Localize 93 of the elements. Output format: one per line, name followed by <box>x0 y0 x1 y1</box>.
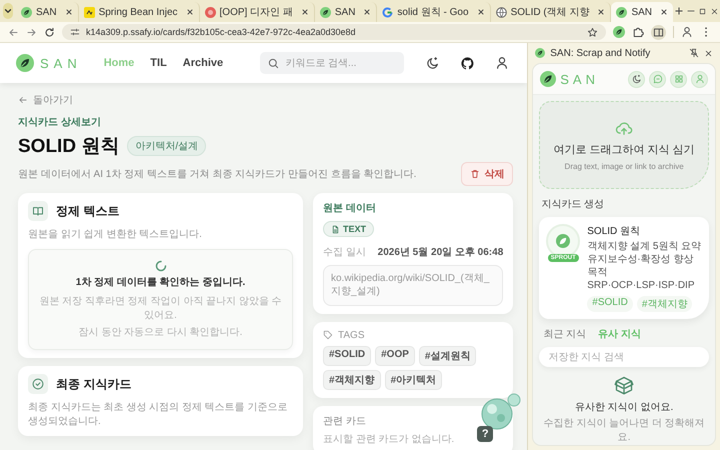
leaf-extension-icon <box>613 26 625 38</box>
g-favicon-icon <box>382 6 394 18</box>
spinner-icon <box>154 260 166 272</box>
search-icon <box>268 58 280 68</box>
logo-text: SAN <box>40 56 82 70</box>
type-chip: TEXT <box>323 221 374 237</box>
user-icon[interactable] <box>495 56 510 70</box>
tag-chip[interactable]: #아키텍처 <box>384 370 442 390</box>
close-icon[interactable] <box>476 8 485 16</box>
close-icon[interactable] <box>363 8 372 16</box>
close-icon[interactable] <box>64 8 73 16</box>
card-title: 최종 지식카드 <box>56 376 132 392</box>
new-tab-icon[interactable] <box>674 6 684 16</box>
page-eyebrow: 지식카드 상세보기 <box>18 116 102 129</box>
chevron-down-icon <box>3 6 13 16</box>
related-empty-text: 표시할 관련 카드가 없습니다. <box>323 432 454 446</box>
profile-icon[interactable] <box>681 26 693 38</box>
tag-icon <box>323 330 333 340</box>
circle-favicon-icon <box>204 6 216 18</box>
list-tab[interactable]: 최근 지식 <box>543 327 586 341</box>
back-icon[interactable] <box>8 26 19 38</box>
book-icon <box>32 205 44 217</box>
card-subtitle: 원본을 읽기 쉽게 변환한 텍스트입니다. <box>28 228 203 241</box>
forward-icon[interactable] <box>26 26 37 38</box>
chart-favicon-icon <box>84 6 95 18</box>
github-icon[interactable] <box>460 56 476 70</box>
bookmark-star-icon[interactable] <box>587 26 598 38</box>
user-icon <box>694 74 704 84</box>
loading-title: 1차 정제 데이터를 확인하는 중입니다. <box>76 276 246 289</box>
close-icon[interactable] <box>300 8 309 16</box>
leaf-logo-icon <box>540 71 556 87</box>
tag-chip[interactable]: #OOP <box>375 346 415 366</box>
theme-button[interactable] <box>628 70 645 88</box>
trash-icon <box>470 169 480 179</box>
page-title: SOLID 원칙 <box>18 135 120 159</box>
source-heading: 원본 데이터 <box>323 202 377 215</box>
side-panel-button[interactable] <box>651 24 666 40</box>
close-icon[interactable] <box>186 8 194 16</box>
help-badge[interactable]: ? <box>477 426 494 442</box>
close-icon[interactable] <box>704 48 713 58</box>
tag-chip[interactable]: #객체지향 <box>323 370 381 390</box>
card-subtitle: 최종 지식카드는 최초 생성 시점의 정제 텍스트를 기준으로 생성되었습니다. <box>28 401 288 428</box>
collected-label: 수집 일시 <box>323 246 366 258</box>
leaf-favicon-icon <box>320 6 331 18</box>
collected-date: 2026년 5월 20일 오후 06:48 <box>378 246 504 258</box>
loading-note: 잠시 동안 자동으로 다시 확인합니다. <box>78 326 242 339</box>
theme-toggle-icon[interactable] <box>426 56 440 70</box>
moon-icon <box>632 74 642 84</box>
address-bar[interactable]: k14a309.p.ssafy.io/cards/f32b105c-cea3-42e7-972c-4ea2a0d30e8d <box>62 24 606 40</box>
side-panel-title: SAN: Scrap and Notify <box>550 48 650 58</box>
logo-text: SAN <box>560 72 599 86</box>
puzzle-icon[interactable] <box>632 26 644 38</box>
close-icon[interactable] <box>710 6 719 16</box>
category-chip: 아키텍처/설계 <box>127 136 206 156</box>
drop-zone-title: 여기로 드래그하여 지식 심기 <box>554 143 695 157</box>
site-settings-icon[interactable] <box>70 27 80 37</box>
close-icon[interactable] <box>597 8 606 16</box>
empty-hint: 수집한 지식이 늘어나면 더 정확해져요. <box>542 417 706 444</box>
card-title: 정제 텍스트 <box>56 202 120 220</box>
drop-zone[interactable]: 여기로 드래그하여 지식 심기 Drag text, image or link to archive <box>539 101 709 189</box>
box-icon <box>614 375 634 395</box>
nav-link[interactable]: TIL <box>150 57 167 69</box>
loading-note: 원본 저장 직후라면 정제 작업이 아직 끝나지 않았을 수 있어요. <box>38 295 283 322</box>
tag-chip: #객체지향 <box>636 296 692 312</box>
reload-icon[interactable] <box>44 26 55 38</box>
nav-link[interactable]: Archive <box>182 57 224 69</box>
related-heading: 관련 카드 <box>323 414 367 428</box>
leaf-logo-icon <box>16 54 34 72</box>
maximize-icon[interactable] <box>698 6 707 16</box>
card-title: SOLID 원칙 <box>587 225 642 238</box>
drop-zone-hint: Drag text, image or link to archive <box>564 162 684 171</box>
unpin-icon[interactable] <box>689 48 699 58</box>
side-panel-icon <box>653 26 664 38</box>
file-icon <box>331 224 340 234</box>
close-icon[interactable] <box>660 8 668 16</box>
tag-chip: #SOLID <box>587 296 633 312</box>
tag-chip[interactable]: #SOLID <box>323 346 372 366</box>
tag-chip[interactable]: #설계원칙 <box>418 346 476 366</box>
leaf-favicon-icon <box>21 6 32 18</box>
empty-title: 유사한 지식이 없어요. <box>574 401 674 414</box>
chat-icon <box>652 74 662 84</box>
page-description: 원본 데이터에서 AI 1차 정제 텍스트를 거쳐 최종 지식카드가 만들어진 흐름을 확인합니다. <box>18 168 416 181</box>
section-heading: 지식카드 생성 <box>541 198 606 211</box>
tab-list-button[interactable] <box>3 3 13 19</box>
arrow-left-icon <box>18 95 28 105</box>
leaf-favicon-icon <box>616 6 628 18</box>
card-summary: 객체지향 설계 5원칙 요약 유지보수성·확장성 향상 목적 SRP·OCP·LSP·ISP·DIP <box>587 240 702 292</box>
browser-tab[interactable]: SAN <box>611 2 674 22</box>
tags-heading: TAGS <box>338 330 364 340</box>
grid-icon <box>674 74 684 84</box>
globe-favicon-icon <box>496 6 507 18</box>
delete-button[interactable]: 삭제 <box>461 162 514 186</box>
leaf-icon <box>535 48 546 58</box>
